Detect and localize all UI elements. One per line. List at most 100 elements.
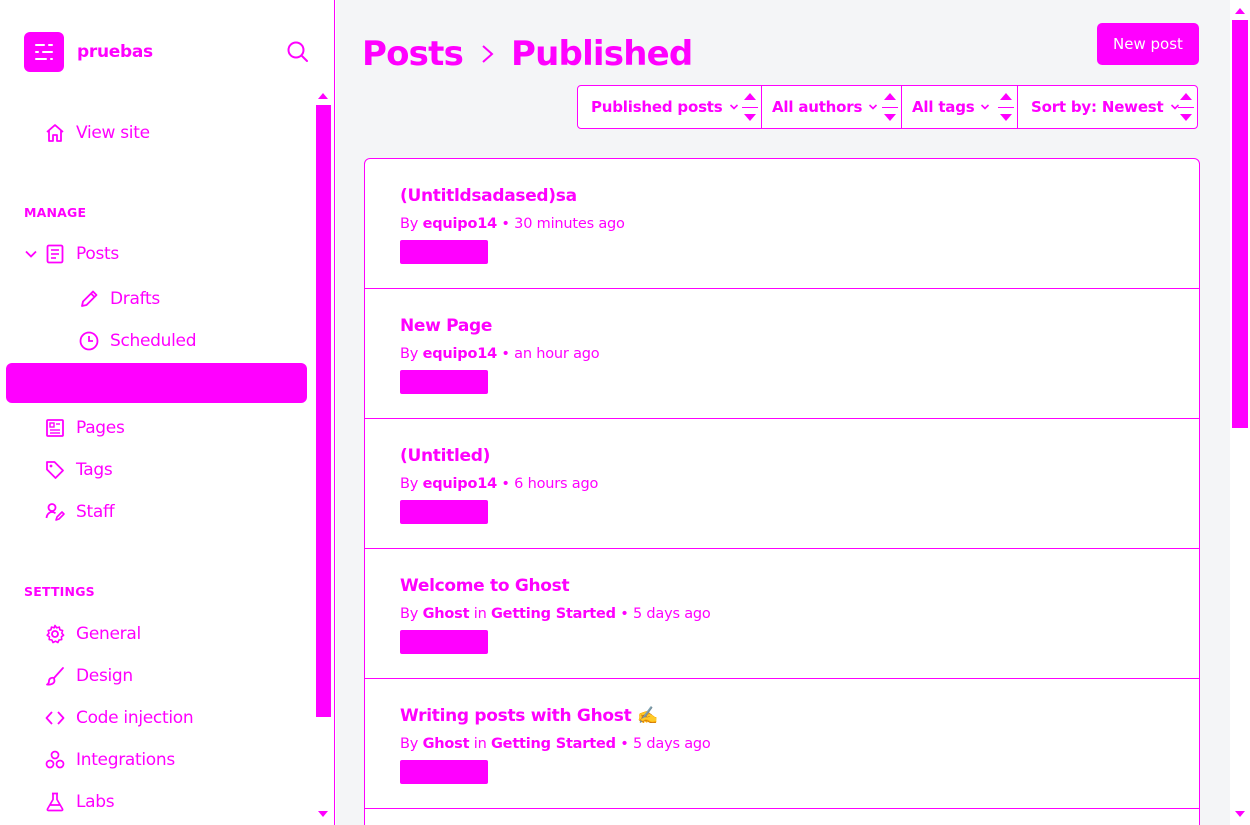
code-icon <box>45 711 65 725</box>
manage-heading: MANAGE <box>24 205 87 220</box>
brand-logo-icon <box>24 32 64 72</box>
filter-type-select[interactable]: Published posts <box>578 86 762 128</box>
main-scrollbar-thumb[interactable] <box>1232 20 1248 428</box>
list-item[interactable]: (Untitled) By equipo14 • 6 hours ago <box>365 419 1199 549</box>
list-item[interactable]: Writing posts with Ghost ✍️ By Ghost in … <box>365 679 1199 809</box>
sidebar-item-label: General <box>76 624 141 644</box>
scroll-down-icon[interactable] <box>1235 811 1245 817</box>
sidebar-item-label: Tags <box>76 460 113 480</box>
posts-list: (Untitldsadased)sa By equipo14 • 30 minu… <box>364 158 1200 825</box>
sidebar-item-integrations[interactable]: Integrations <box>44 742 175 778</box>
sidebar-item-tags[interactable]: Tags <box>44 452 113 488</box>
sidebar-item-label: View site <box>76 123 150 143</box>
pages-icon <box>46 419 64 437</box>
sidebar-item-general[interactable]: General <box>44 616 141 652</box>
filter-sort-value: Sort by: Newest <box>1031 98 1164 116</box>
sidebar-item-posts[interactable]: Posts <box>24 236 119 272</box>
meta-by: By <box>400 736 419 752</box>
post-time: • 5 days ago <box>620 736 711 752</box>
filter-tag-select[interactable]: All tags <box>902 86 1018 128</box>
sidebar-item-label: Labs <box>76 792 115 812</box>
sidebar-item-published-active[interactable] <box>6 363 307 403</box>
post-time: • an hour ago <box>501 346 600 362</box>
filter-tag-value: All tags <box>912 98 975 116</box>
chevron-down-icon[interactable] <box>24 247 38 261</box>
post-time: • 5 days ago <box>620 606 711 622</box>
list-item[interactable]: New Page By equipo14 • an hour ago <box>365 289 1199 419</box>
tag-icon <box>46 461 64 479</box>
post-meta: By equipo14 • 30 minutes ago <box>400 216 625 232</box>
scroll-up-icon[interactable] <box>318 93 328 99</box>
post-meta: By equipo14 • an hour ago <box>400 346 600 362</box>
pencil-icon <box>81 290 98 307</box>
spinner-arrows-icon[interactable] <box>1175 86 1197 128</box>
filter-author-value: All authors <box>772 98 863 116</box>
sidebar-item-code-injection[interactable]: Code injection <box>44 700 194 736</box>
chevron-right-icon <box>482 45 494 63</box>
status-badge <box>400 630 488 654</box>
list-item[interactable]: Welcome to Ghost By Ghost in Getting Sta… <box>365 549 1199 679</box>
spinner-arrows-icon[interactable] <box>879 86 901 128</box>
scroll-up-icon[interactable] <box>1235 8 1245 14</box>
chevron-down-icon <box>981 104 990 110</box>
new-post-button[interactable]: New post <box>1097 23 1199 65</box>
meta-by: By <box>400 346 419 362</box>
filter-sort-select[interactable]: Sort by: Newest <box>1018 86 1197 128</box>
sidebar-item-staff[interactable]: Staff <box>44 494 115 530</box>
sidebar-item-label: Posts <box>76 244 119 264</box>
post-title[interactable]: Welcome to Ghost <box>400 576 570 596</box>
brand[interactable]: pruebas <box>24 32 153 72</box>
gear-icon <box>46 624 65 644</box>
sidebar-item-pages[interactable]: Pages <box>44 410 125 446</box>
sidebar-item-label: Staff <box>76 502 115 522</box>
posts-icon <box>46 244 64 264</box>
post-meta: By equipo14 • 6 hours ago <box>400 476 598 492</box>
sidebar-item-label: Design <box>76 666 133 686</box>
post-title[interactable]: (Untitled) <box>400 446 490 466</box>
sidebar-item-labs[interactable]: Labs <box>44 784 115 820</box>
sidebar-item-design[interactable]: Design <box>44 658 133 694</box>
meta-by: By <box>400 476 419 492</box>
sidebar-scrollbar-thumb[interactable] <box>316 105 331 717</box>
breadcrumb: Posts Published <box>362 34 693 74</box>
chevron-down-icon <box>729 104 738 110</box>
sidebar-item-scheduled[interactable]: Scheduled <box>78 323 197 359</box>
settings-heading: SETTINGS <box>24 584 95 599</box>
sidebar: pruebas View site MANAGE Posts Drafts Sc… <box>0 0 335 825</box>
clock-icon <box>79 331 99 351</box>
sidebar-item-drafts[interactable]: Drafts <box>78 281 160 317</box>
scroll-down-icon[interactable] <box>318 811 328 817</box>
post-title[interactable]: New Page <box>400 316 492 336</box>
sidebar-item-label: Scheduled <box>110 331 197 351</box>
post-meta: By Ghost in Getting Started • 5 days ago <box>400 606 711 622</box>
chevron-down-icon <box>869 104 878 110</box>
meta-in: in <box>473 736 487 752</box>
filter-author-select[interactable]: All authors <box>762 86 902 128</box>
filter-bar: Published posts All authors All tags Sor… <box>577 85 1198 129</box>
staff-icon <box>45 503 65 521</box>
spinner-arrows-icon[interactable] <box>995 86 1017 128</box>
sidebar-item-view-site[interactable]: View site <box>44 115 150 151</box>
post-time: • 6 hours ago <box>501 476 599 492</box>
status-badge <box>400 500 488 524</box>
post-author: Ghost <box>422 736 470 752</box>
main-scrollbar[interactable] <box>1230 0 1250 825</box>
post-tag: Getting Started <box>490 606 616 622</box>
brand-name: pruebas <box>77 42 153 62</box>
spinner-arrows-icon[interactable] <box>739 86 761 128</box>
meta-by: By <box>400 216 419 232</box>
page-title: Published <box>511 34 693 74</box>
search-icon[interactable] <box>285 39 311 65</box>
status-badge <box>400 760 488 784</box>
sidebar-item-label: Drafts <box>110 289 160 309</box>
post-title[interactable]: (Untitldsadased)sa <box>400 186 577 206</box>
status-badge <box>400 240 488 264</box>
status-badge <box>400 370 488 394</box>
post-tag: Getting Started <box>490 736 616 752</box>
post-author: equipo14 <box>422 346 498 362</box>
post-title[interactable]: Writing posts with Ghost ✍️ <box>400 706 658 726</box>
list-item[interactable]: (Untitldsadased)sa By equipo14 • 30 minu… <box>365 159 1199 289</box>
breadcrumb-posts[interactable]: Posts <box>362 34 464 74</box>
sidebar-scrollbar[interactable] <box>314 85 333 825</box>
sidebar-item-label: Integrations <box>76 750 175 770</box>
